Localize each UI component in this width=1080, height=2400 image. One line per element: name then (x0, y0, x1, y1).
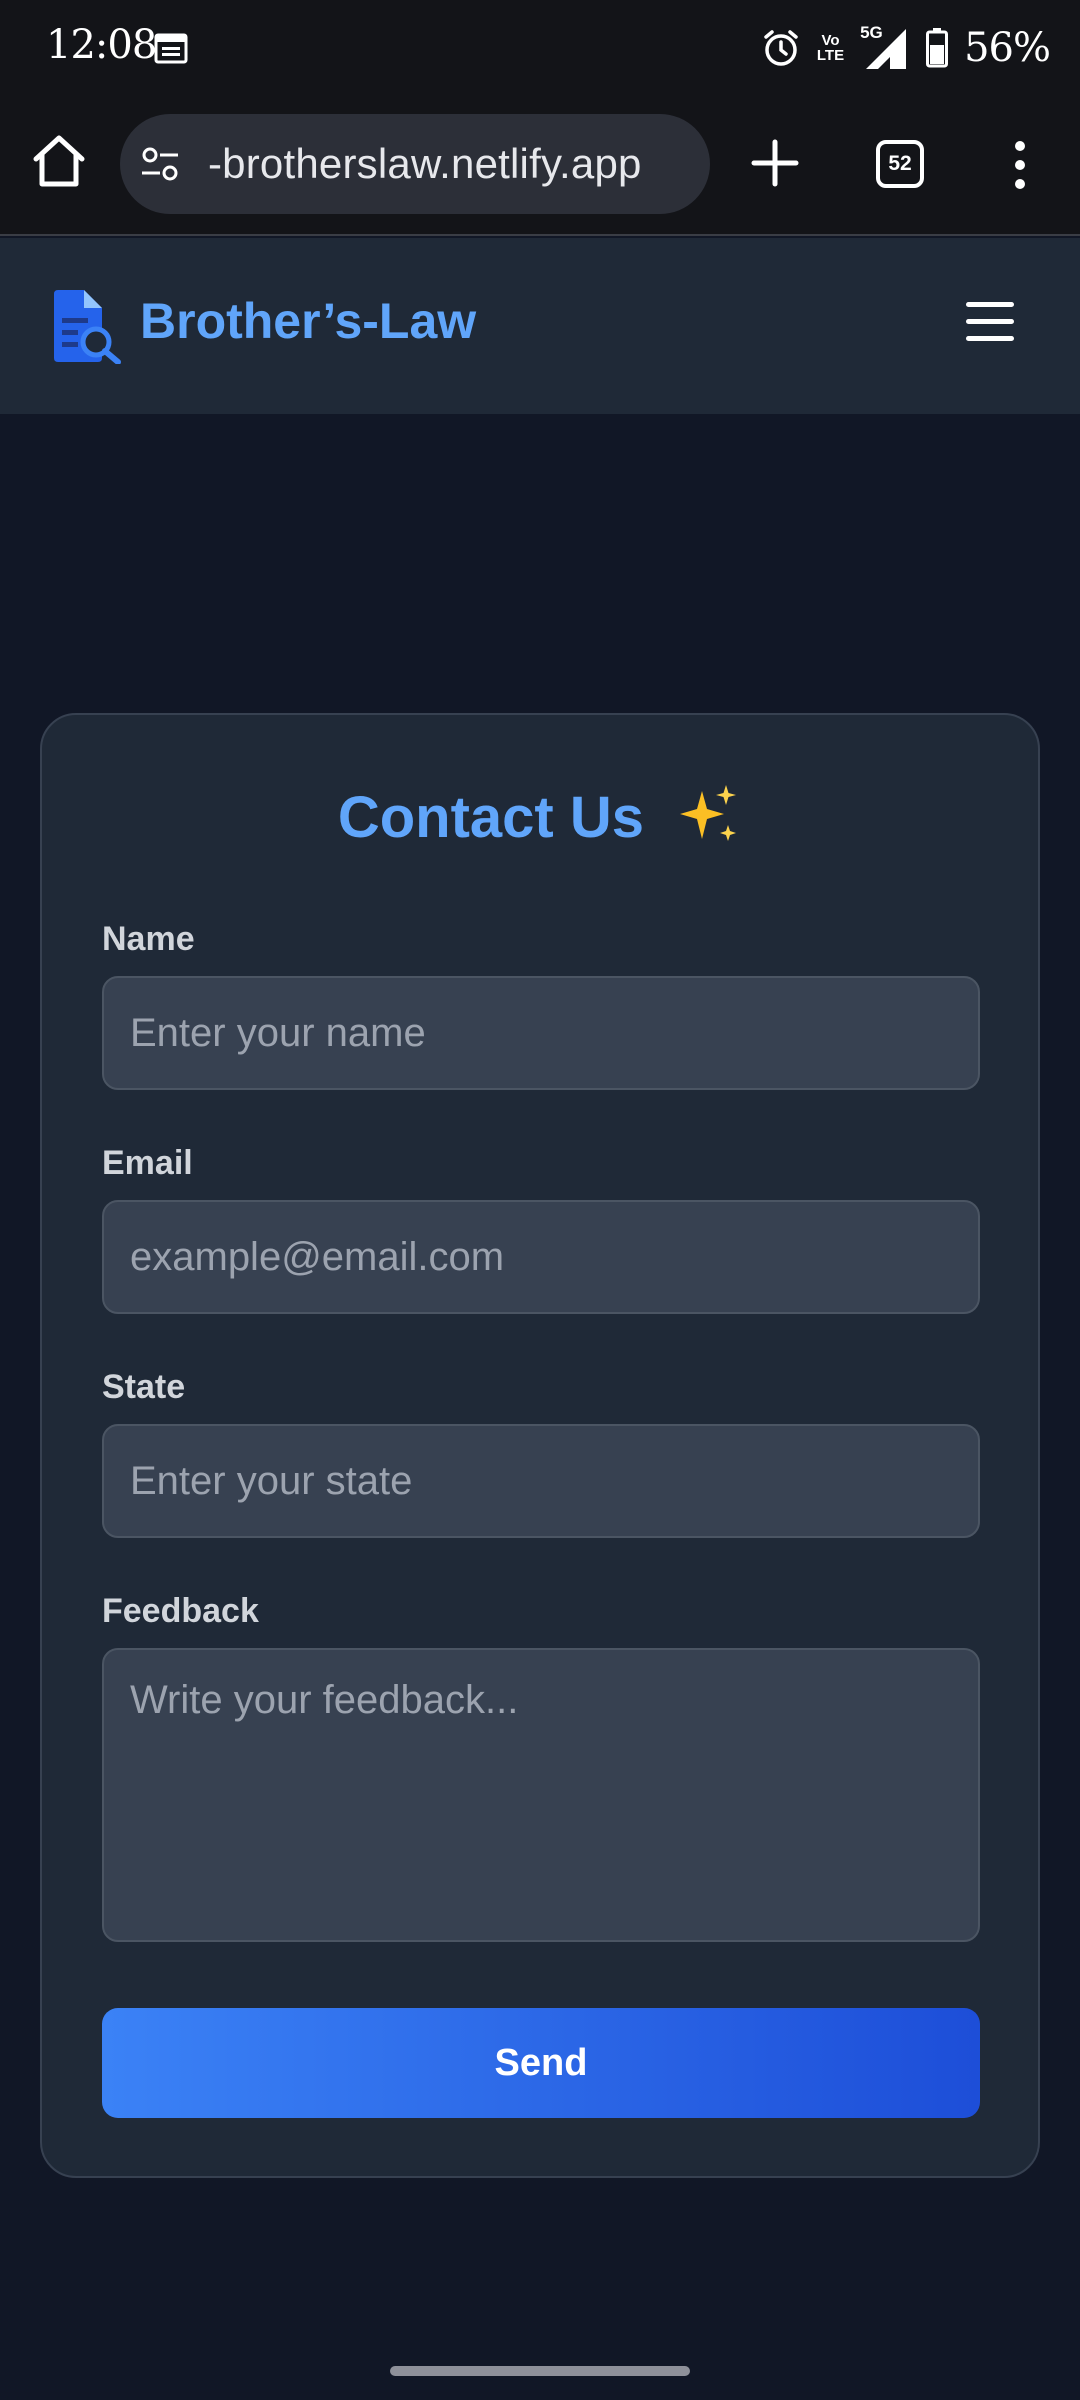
battery-percent: 56% (964, 25, 1051, 71)
tab-count: 52 (888, 152, 912, 175)
contact-card: Contact Us Name Email State Feedback Sen… (40, 713, 1040, 2178)
name-input[interactable] (102, 976, 980, 1090)
send-button[interactable]: Send (102, 2008, 980, 2118)
browser-toolbar: -brotherslaw.netlify.app 52 (0, 96, 1080, 236)
document-search-icon[interactable] (50, 288, 122, 364)
signal-indicator: 5G (860, 23, 910, 73)
brand-name[interactable]: Brother’s-Law (140, 292, 476, 350)
battery-icon (926, 28, 949, 68)
signal-icon (866, 29, 907, 69)
hamburger-line (966, 319, 1014, 324)
calendar-icon (154, 33, 188, 64)
tabs-icon[interactable]: 52 (876, 140, 924, 188)
state-label: State (102, 1368, 186, 1406)
site-settings-icon[interactable] (140, 146, 180, 182)
volte-bottom: LTE (816, 47, 845, 64)
gesture-bar[interactable] (390, 2366, 690, 2376)
status-bar: 12:08 Vo LTE 5G 56% (0, 0, 1080, 96)
status-icons: Vo LTE 5G 56% (761, 20, 1051, 76)
name-label: Name (102, 920, 195, 958)
contact-title: Contact Us (42, 783, 1038, 851)
home-icon[interactable] (30, 132, 88, 190)
sparkles-icon (680, 785, 737, 841)
site-header: Brother’s-Law (0, 238, 1080, 414)
hamburger-line (966, 302, 1014, 307)
address-bar[interactable]: -brotherslaw.netlify.app (120, 114, 710, 214)
email-label: Email (102, 1144, 193, 1182)
email-input[interactable] (102, 1200, 980, 1314)
hamburger-line (966, 336, 1014, 341)
state-input[interactable] (102, 1424, 980, 1538)
volte-indicator: Vo LTE (817, 33, 844, 63)
feedback-textarea[interactable] (102, 1648, 980, 1942)
contact-title-text: Contact Us (337, 785, 645, 850)
alarm-icon (764, 30, 798, 66)
plus-icon[interactable] (748, 136, 802, 190)
more-vert-icon[interactable] (1000, 138, 1040, 192)
volte-top: Vo (821, 32, 840, 49)
status-time: 12:08 (46, 22, 157, 68)
feedback-label: Feedback (102, 1592, 259, 1630)
hamburger-menu-icon[interactable] (966, 302, 1014, 346)
url-text[interactable]: -brotherslaw.netlify.app (208, 140, 642, 188)
